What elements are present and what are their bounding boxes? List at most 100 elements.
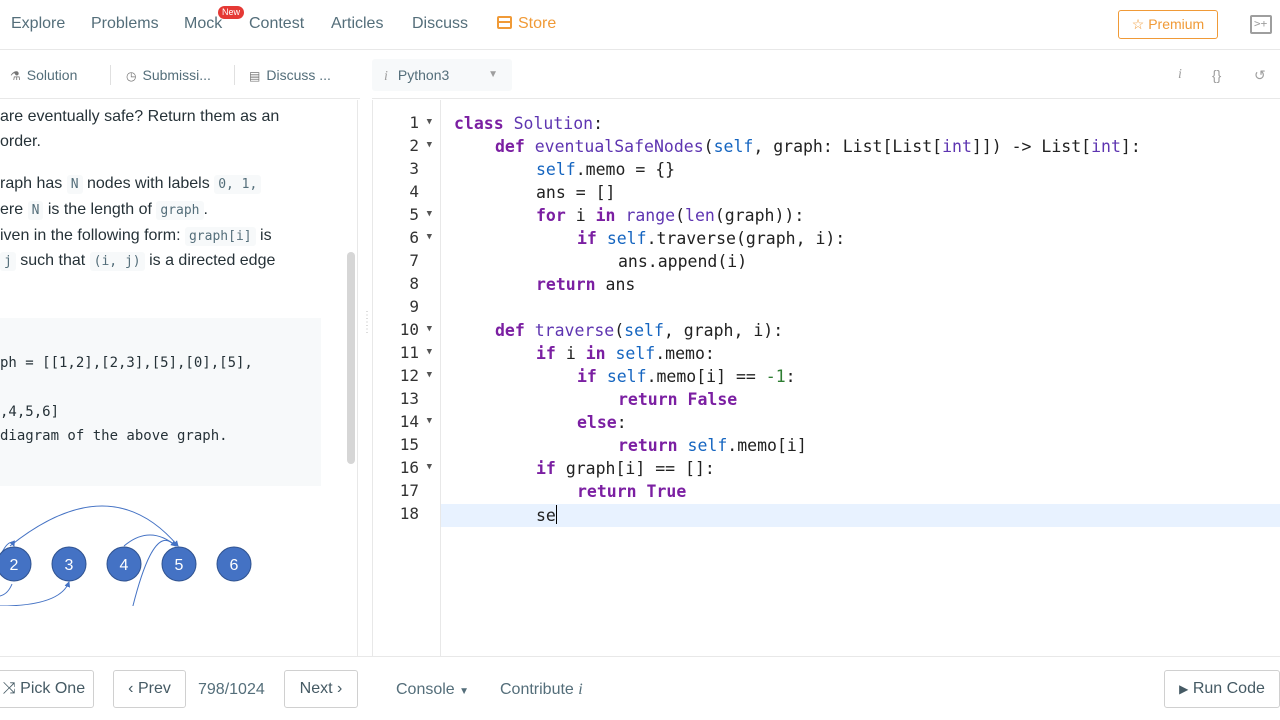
text-fragment: nodes with labels — [82, 175, 215, 192]
line-number: 2 ▼ — [373, 135, 441, 158]
fold-arrow-icon[interactable]: ▼ — [427, 232, 432, 242]
braces-icon[interactable]: {} — [1212, 67, 1221, 83]
nav-store[interactable]: Store — [497, 15, 556, 33]
nav-articles[interactable]: Articles — [331, 15, 383, 33]
description-scrollbar[interactable] — [347, 252, 355, 464]
code-text: graph[i] == []: — [565, 459, 715, 478]
boolean-literal: True — [646, 482, 687, 501]
tab-submissions[interactable]: ◷ Submissi... — [126, 67, 211, 83]
console-label: Console — [396, 681, 455, 698]
nav-mock[interactable]: Mock — [184, 15, 222, 33]
next-button[interactable]: Next › — [284, 670, 358, 708]
code-text: se — [536, 506, 556, 525]
graph-node-label: 6 — [230, 557, 239, 574]
line-number-text: 14 — [399, 412, 419, 431]
text-fragment: is the length of — [43, 201, 157, 218]
code-text: : — [616, 413, 627, 432]
inline-code: N — [27, 201, 44, 220]
keyword: if — [536, 344, 566, 363]
line-number-text: 16 — [399, 458, 419, 477]
language-label: Python3 — [397, 67, 450, 83]
run-code-button[interactable]: ▶ Run Code — [1164, 670, 1280, 708]
fold-arrow-icon[interactable]: ▼ — [427, 324, 432, 334]
code-line: se — [536, 504, 557, 527]
line-number: 14 ▼ — [373, 411, 441, 434]
nav-contest[interactable]: Contest — [249, 15, 304, 33]
fold-arrow-icon[interactable]: ▼ — [427, 347, 432, 357]
fold-arrow-icon[interactable]: ▼ — [427, 209, 432, 219]
keyword: class — [454, 114, 514, 133]
line-number-text: 6 — [409, 228, 419, 247]
example-block: ph = [[1,2],[2,3],[5],[0],[5], ,4,5,6] d… — [0, 318, 321, 486]
graph-node-label: 2 — [10, 557, 19, 574]
graph-node-label: 5 — [175, 557, 184, 574]
keyword: for — [536, 206, 576, 225]
info-icon[interactable]: i — [1178, 67, 1182, 83]
console-toggle[interactable]: Console ▼ — [396, 681, 469, 699]
description-text: ere N is the length of graph. — [0, 201, 208, 220]
info-icon: i — [578, 681, 583, 698]
line-number-text: 2 — [409, 136, 419, 155]
line-number: 9 — [373, 296, 441, 319]
panel-resize-handle[interactable]: ⋮ ⋮ ⋮ — [362, 311, 372, 335]
code-line: ans.append(i) — [618, 252, 748, 271]
line-number-text: 13 — [399, 389, 419, 408]
fold-arrow-icon[interactable]: ▼ — [427, 117, 432, 127]
keyword: in — [585, 344, 616, 363]
code-text: .traverse(graph, i): — [646, 229, 846, 248]
tab-solution[interactable]: ⚗ Solution — [10, 67, 77, 83]
line-gutter: 1 ▼ 2 ▼ 3 4 5 ▼ 6 ▼ 7 8 9 10 ▼ 11 ▼ 12 ▼ 13 14 ▼… — [373, 100, 441, 656]
line-number-text: 17 — [399, 481, 419, 500]
line-number: 12 ▼ — [373, 365, 441, 388]
graph-node-label: 4 — [120, 557, 129, 574]
line-number-text: 4 — [409, 182, 419, 201]
contribute-label: Contribute — [500, 681, 574, 698]
tab-discuss[interactable]: ▤ Discuss ... — [249, 67, 331, 83]
inline-code: N — [66, 175, 83, 194]
self-keyword: self — [606, 229, 647, 248]
keyword: return — [618, 436, 688, 455]
info-icon: i — [384, 69, 388, 84]
example-output: ,4,5,6] — [0, 404, 60, 420]
fold-arrow-icon[interactable]: ▼ — [427, 462, 432, 472]
code-line: return ans — [536, 273, 635, 296]
nav-discuss[interactable]: Discuss — [412, 15, 468, 33]
code-text: : — [593, 114, 604, 133]
graph-node: 5 — [161, 546, 197, 582]
function-name: traverse — [534, 321, 615, 340]
nav-explore[interactable]: Explore — [11, 15, 65, 33]
example-input: ph = [[1,2],[2,3],[5],[0],[5], — [0, 355, 253, 371]
code-line: if self.memo[i] == -1: — [577, 365, 796, 388]
fold-arrow-icon[interactable]: ▼ — [427, 140, 432, 150]
premium-button[interactable]: ☆ Premium — [1118, 10, 1218, 39]
reset-icon[interactable]: ↺ — [1254, 67, 1266, 84]
graph-node: 4 — [106, 546, 142, 582]
language-select[interactable]: i Python3 ▼ — [372, 59, 512, 91]
contribute-link[interactable]: Contribute i — [500, 681, 583, 699]
pick-one-button[interactable]: ⤨ Pick One — [0, 670, 94, 708]
code-text: ]: — [1120, 137, 1141, 156]
playground-icon[interactable]: >+ — [1250, 15, 1272, 34]
clock-icon: ◷ — [126, 69, 137, 83]
nav-problems[interactable]: Problems — [91, 15, 159, 33]
line-number: 17 — [373, 480, 441, 503]
keyword: return — [577, 482, 647, 501]
line-number-text: 1 — [409, 113, 419, 132]
pick-one-label: Pick One — [20, 680, 86, 697]
code-text: (graph)): — [714, 206, 805, 225]
code-line: if graph[i] == []: — [536, 457, 715, 480]
text-fragment: such that — [15, 252, 90, 269]
description-text: j such that (i, j) is a directed edge — [0, 252, 275, 271]
fold-arrow-icon[interactable]: ▼ — [427, 370, 432, 380]
line-number: 11 ▼ — [373, 342, 441, 365]
run-code-label: Run Code — [1192, 680, 1265, 697]
line-number: 16 ▼ — [373, 457, 441, 480]
class-name: Solution — [513, 114, 594, 133]
prev-button[interactable]: ‹ Prev — [113, 670, 186, 708]
code-editor[interactable]: 1 ▼ 2 ▼ 3 4 5 ▼ 6 ▼ 7 8 9 10 ▼ 11 ▼ 12 ▼ 13 14 ▼… — [372, 100, 1280, 656]
fold-arrow-icon[interactable]: ▼ — [427, 416, 432, 426]
text-fragment: iven in the following form: — [0, 227, 185, 244]
description-text: iven in the following form: graph[i] is — [0, 227, 272, 246]
tab-solution-label: Solution — [26, 67, 78, 83]
text-fragment: is — [255, 227, 272, 244]
